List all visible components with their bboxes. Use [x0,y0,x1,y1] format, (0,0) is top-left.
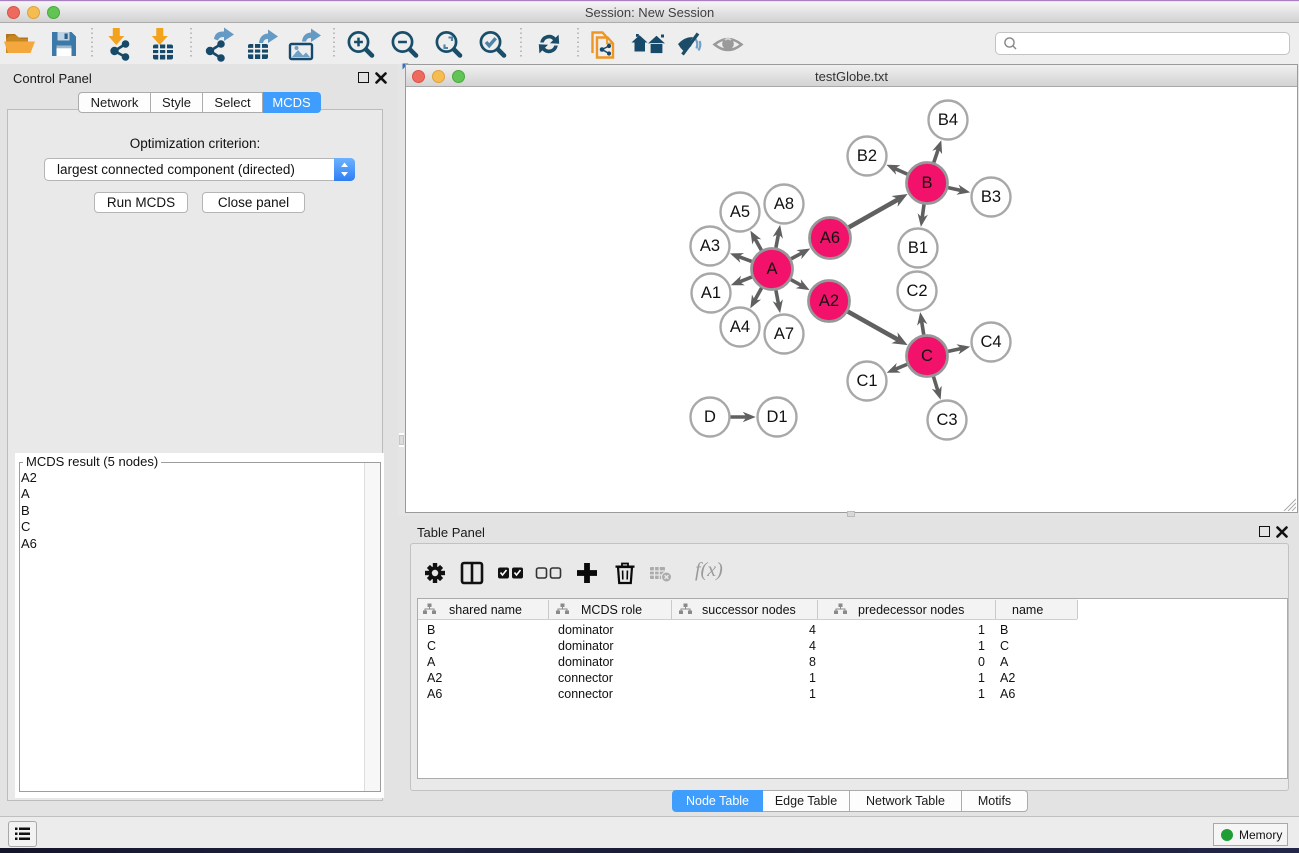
svg-text:A7: A7 [774,325,794,343]
svg-text:A3: A3 [700,237,720,255]
svg-text:D1: D1 [766,408,787,426]
svg-text:A8: A8 [774,195,794,213]
svg-text:B: B [921,174,932,192]
svg-text:C4: C4 [980,333,1001,351]
svg-text:C: C [921,347,933,365]
svg-text:C3: C3 [936,411,957,429]
svg-text:C2: C2 [906,282,927,300]
svg-text:A5: A5 [730,203,750,221]
svg-text:C1: C1 [856,372,877,390]
svg-text:B1: B1 [908,239,928,257]
svg-text:B4: B4 [938,111,958,129]
svg-text:A2: A2 [819,292,839,310]
svg-text:A4: A4 [730,318,750,336]
svg-text:D: D [704,408,716,426]
svg-text:B2: B2 [857,147,877,165]
svg-text:A6: A6 [820,229,840,247]
svg-text:A1: A1 [701,284,721,302]
svg-text:A: A [766,260,777,278]
svg-text:B3: B3 [981,188,1001,206]
